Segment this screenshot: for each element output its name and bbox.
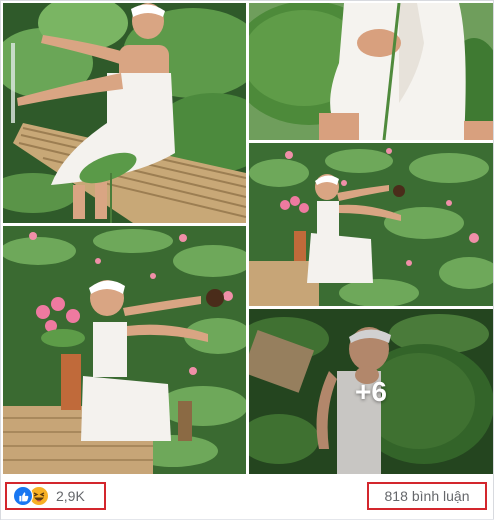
post-photo-1[interactable] (3, 3, 246, 223)
reaction-count: 2,9K (56, 488, 85, 504)
more-photos-count: +6 (355, 375, 387, 407)
photo-2-image (249, 3, 493, 140)
comment-count-link[interactable]: 818 bình luận (367, 482, 487, 510)
post-photo-3[interactable] (249, 143, 493, 306)
photo-4-image (3, 226, 246, 474)
post-photo-4[interactable] (3, 226, 246, 474)
comment-count: 818 (384, 488, 408, 504)
post-footer: 2,9K 818 bình luận (1, 477, 494, 521)
post-photo-5[interactable]: +6 (249, 309, 493, 474)
photo-1-image (3, 3, 246, 223)
like-icon (13, 486, 33, 506)
more-photos-overlay[interactable]: +6 (249, 309, 493, 474)
post-photo-2[interactable] (249, 3, 493, 140)
photo-3-image (249, 143, 493, 306)
reaction-summary[interactable]: 2,9K (5, 482, 106, 510)
post-card: +6 2,9K 818 bình luận (0, 0, 494, 520)
comment-label: bình luận (411, 488, 470, 504)
